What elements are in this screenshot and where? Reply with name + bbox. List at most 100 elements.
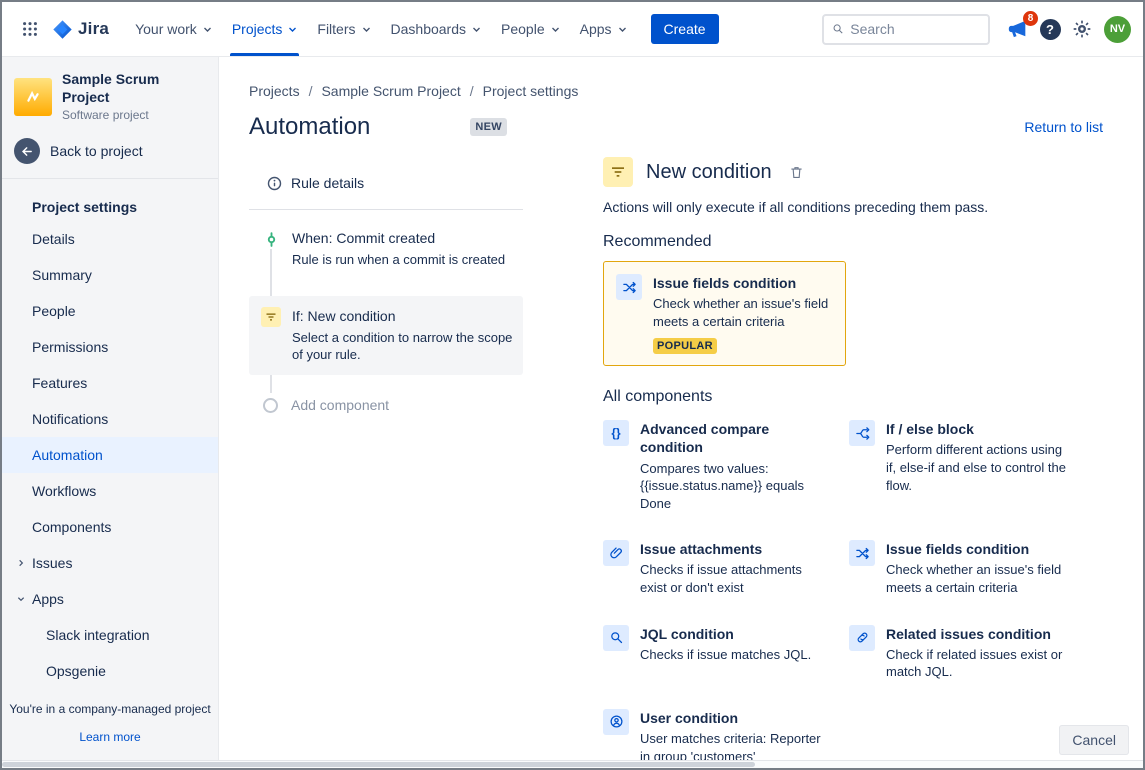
project-settings-sidebar: Sample Scrum Project Software project Ba… (2, 57, 219, 760)
sidebar-item-notifications[interactable]: Notifications (2, 401, 218, 437)
notifications-button[interactable]: 8 (1002, 13, 1034, 45)
nav-label: Apps (580, 21, 612, 37)
add-component-button[interactable]: Add component (249, 391, 523, 419)
main-content: Projects Sample Scrum Project Project se… (219, 57, 1143, 760)
nav-people[interactable]: People (491, 2, 570, 56)
recommended-heading: Recommended (603, 233, 1103, 251)
jira-app-window: Jira Your work Projects Filters Dashboar… (0, 0, 1145, 770)
sidebar-item-label: Components (32, 519, 111, 535)
condition-step-subtitle: Select a condition to narrow the scope o… (292, 329, 513, 364)
trigger-step-commit-created[interactable]: When: Commit created Rule is run when a … (249, 218, 523, 280)
sidebar-item-label: Issues (32, 555, 72, 571)
breadcrumb-project[interactable]: Sample Scrum Project (300, 83, 461, 99)
nav-projects[interactable]: Projects (222, 2, 308, 56)
body-row: Sample Scrum Project Software project Ba… (2, 57, 1143, 760)
sidebar-footer: You're in a company-managed project Lear… (2, 702, 218, 746)
sidebar-item-label: People (32, 303, 76, 319)
sidebar-item-slack-integration[interactable]: Slack integration (2, 617, 218, 653)
component-title: JQL condition (640, 625, 811, 643)
rule-details-button[interactable]: Rule details (249, 171, 523, 195)
sidebar-item-label: Details (32, 231, 75, 247)
chevron-down-icon (362, 25, 371, 34)
sidebar-item-label: Workflows (32, 483, 96, 499)
back-to-project[interactable]: Back to project (14, 138, 206, 164)
search-icon (603, 625, 629, 651)
sidebar-section-title: Project settings (32, 199, 218, 215)
chevron-down-icon (203, 25, 212, 34)
component-if-else-block[interactable]: If / else block Perform different action… (849, 420, 1095, 512)
project-type-note: You're in a company-managed project (2, 702, 218, 716)
recommended-card-description: Check whether an issue's field meets a c… (653, 295, 833, 330)
horizontal-scrollbar[interactable] (2, 760, 1143, 768)
breadcrumb: Projects Sample Scrum Project Project se… (249, 83, 1103, 99)
project-avatar-icon (14, 78, 52, 116)
breadcrumb-projects[interactable]: Projects (249, 83, 300, 99)
chevron-down-icon (551, 25, 560, 34)
component-related-issues-condition[interactable]: Related issues condition Check if relate… (849, 625, 1095, 681)
cancel-button[interactable]: Cancel (1059, 725, 1129, 755)
nav-label: Projects (232, 21, 283, 37)
jira-logo-icon (52, 19, 73, 40)
component-description: Checks if issue attachments exist or don… (640, 561, 823, 596)
back-to-project-label: Back to project (50, 143, 143, 159)
breadcrumb-project-settings[interactable]: Project settings (461, 83, 579, 99)
component-issue-attachments[interactable]: Issue attachments Checks if issue attach… (603, 540, 849, 596)
component-user-condition[interactable]: User condition User matches criteria: Re… (603, 709, 849, 765)
condition-step-new-condition[interactable]: If: New condition Select a condition to … (249, 296, 523, 375)
create-button[interactable]: Create (651, 14, 719, 44)
sidebar-item-features[interactable]: Features (2, 365, 218, 401)
search-box[interactable] (822, 14, 990, 45)
sidebar-item-automation[interactable]: Automation (2, 437, 218, 473)
paperclip-icon (603, 540, 629, 566)
app-switcher-button[interactable] (14, 13, 46, 45)
nav-label: Filters (317, 21, 355, 37)
braces-glyph: {} (611, 426, 620, 440)
delete-condition-button[interactable] (787, 163, 806, 182)
sidebar-item-apps[interactable]: Apps (2, 581, 218, 617)
component-advanced-compare-condition[interactable]: {} Advanced compare condition Compares t… (603, 420, 849, 512)
user-avatar[interactable]: NV (1104, 16, 1131, 43)
help-button[interactable]: ? (1034, 13, 1066, 45)
sidebar-item-label: Automation (32, 447, 103, 463)
nav-filters[interactable]: Filters (307, 2, 380, 56)
sidebar-item-workflows[interactable]: Workflows (2, 473, 218, 509)
component-description: Compares two values: {{issue.status.name… (640, 460, 823, 513)
sidebar-item-details[interactable]: Details (2, 221, 218, 257)
panel-subtitle: Actions will only execute if all conditi… (603, 199, 1103, 215)
panel-header: New condition (603, 157, 1103, 187)
component-description: Check if related issues exist or match J… (886, 646, 1069, 681)
chevron-right-icon (17, 559, 25, 567)
condition-step-title: If: New condition (292, 307, 513, 325)
search-input[interactable] (850, 21, 980, 37)
settings-button[interactable] (1066, 13, 1098, 45)
jira-logo[interactable]: Jira (52, 19, 109, 40)
help-icon: ? (1040, 19, 1061, 40)
project-identity: Sample Scrum Project Software project (14, 71, 206, 122)
sidebar-item-label: Opsgenie (46, 663, 106, 679)
nav-label: Your work (135, 21, 197, 37)
sidebar-item-summary[interactable]: Summary (2, 257, 218, 293)
sidebar-item-opsgenie[interactable]: Opsgenie (2, 653, 218, 689)
recommended-card-title: Issue fields condition (653, 274, 833, 292)
scrollbar-thumb[interactable] (2, 762, 755, 767)
chevron-down-icon (17, 595, 25, 603)
nav-dashboards[interactable]: Dashboards (381, 2, 492, 56)
nav-apps[interactable]: Apps (570, 2, 637, 56)
learn-more-link[interactable]: Learn more (79, 730, 140, 744)
component-jql-condition[interactable]: JQL condition Checks if issue matches JQ… (603, 625, 849, 681)
component-title: Issue fields condition (886, 540, 1069, 558)
sidebar-item-permissions[interactable]: Permissions (2, 329, 218, 365)
sidebar-item-components[interactable]: Components (2, 509, 218, 545)
user-icon (603, 709, 629, 735)
trigger-step-subtitle: Rule is run when a commit is created (292, 251, 505, 269)
nav-label: Dashboards (391, 21, 467, 37)
recommended-issue-fields-condition-card[interactable]: Issue fields condition Check whether an … (603, 261, 846, 366)
return-to-list-link[interactable]: Return to list (1024, 119, 1103, 135)
sidebar-item-people[interactable]: People (2, 293, 218, 329)
info-icon (267, 176, 282, 191)
shuffle-icon (849, 540, 875, 566)
sidebar-item-issues[interactable]: Issues (2, 545, 218, 581)
component-issue-fields-condition[interactable]: Issue fields condition Check whether an … (849, 540, 1095, 596)
add-component-circle-icon (263, 398, 278, 413)
nav-your-work[interactable]: Your work (125, 2, 222, 56)
